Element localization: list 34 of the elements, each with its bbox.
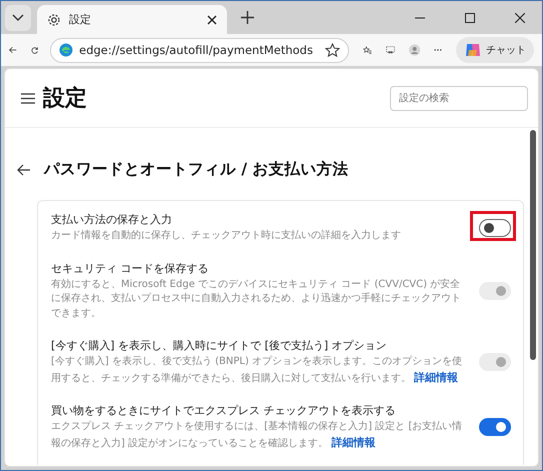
scrollbar-thumb[interactable] bbox=[530, 130, 536, 360]
chat-button[interactable]: チャット bbox=[456, 37, 534, 63]
settings-title: 設定 bbox=[43, 84, 87, 113]
setting-description: [今すぐ購入] を表示し、後で支払う (BNPL) オプションを表示します。このオプションを使用すると、チェックする準備ができたら、後日購入に対して支払いを行います。 詳細情報 bbox=[51, 355, 464, 386]
close-icon[interactable] bbox=[515, 12, 525, 22]
page-title: パスワードとオートフィル / お支払い方法 bbox=[44, 159, 348, 180]
gear-icon bbox=[47, 12, 61, 26]
browser-logo-icon bbox=[59, 43, 74, 57]
copilot-logo-icon bbox=[464, 41, 482, 59]
back-icon[interactable] bbox=[9, 44, 17, 56]
chevron-down-icon bbox=[12, 14, 24, 22]
setting-description: エクスプレス チェックアウトを使用するには、[基本情報の保存と入力] 設定と [お支払い情報の保存と入力] 設定がオンになっていることを確認します。 詳細情報 bbox=[51, 420, 464, 450]
setting-title: 支払い方法の保存と入力 bbox=[51, 212, 173, 227]
tab-list-button[interactable] bbox=[5, 4, 31, 30]
setting-title: [今すぐ購入] を表示し、購入時にサイトで [後で支払う] オプション bbox=[51, 338, 388, 353]
star-icon[interactable] bbox=[324, 42, 340, 58]
maximize-icon[interactable] bbox=[465, 12, 475, 22]
toggle-switch[interactable] bbox=[479, 418, 511, 436]
more-icon[interactable] bbox=[434, 48, 442, 52]
setting-title: 買い物をするときにサイトでエクスプレス チェックアウトを表示する bbox=[51, 403, 396, 418]
url-text: edge://settings/autofill/paymentMethods bbox=[79, 43, 313, 57]
setting-description: 有効にすると、Microsoft Edge でこのデバイスにセキュリティ コード (CVV/CVC) が安全に保存され、支払いプロセス中に自動入力されるため、より迅速かつ手軽にチェックアウトできます。 bbox=[51, 278, 461, 318]
address-bar[interactable]: edge://settings/autofill/paymentMethods bbox=[50, 38, 349, 62]
menu-icon[interactable] bbox=[21, 92, 35, 104]
browser-tab[interactable]: 設定 bbox=[37, 5, 227, 34]
tab-title: 設定 bbox=[69, 12, 92, 27]
setting-title: セキュリティ コードを保存する bbox=[51, 260, 210, 276]
learn-more-link[interactable]: 詳細情報 bbox=[331, 436, 376, 448]
setting-description: カード情報を自動的に保存し、チェックアウト時に支払いの詳細を入力します bbox=[51, 230, 401, 241]
new-tab-icon[interactable] bbox=[241, 11, 254, 24]
search-field[interactable]: 設定の検索 bbox=[390, 86, 528, 110]
toggle-switch[interactable] bbox=[479, 218, 511, 237]
back-icon[interactable] bbox=[17, 164, 31, 176]
close-icon[interactable] bbox=[207, 14, 217, 24]
